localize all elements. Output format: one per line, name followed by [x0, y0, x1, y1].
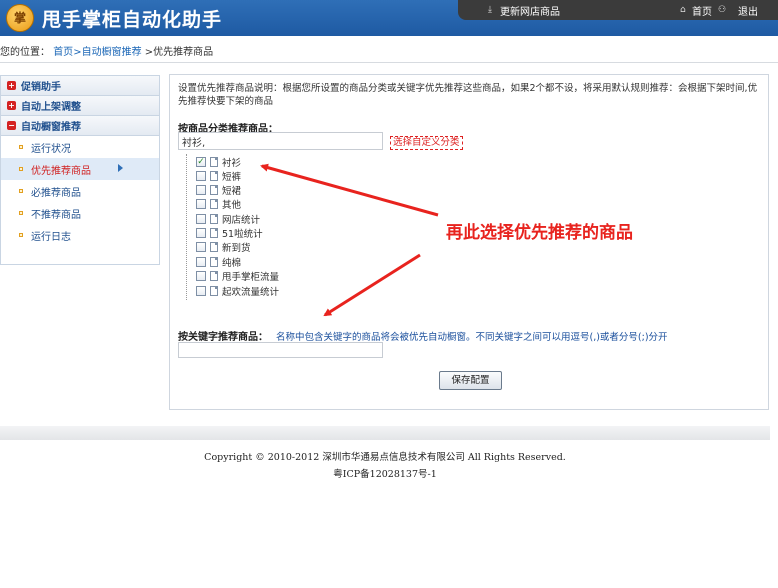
- category-item[interactable]: 其他: [196, 197, 241, 211]
- category-item[interactable]: 网店统计: [196, 212, 260, 226]
- top-toolbar: ⤓ 更新网店商品 ⌂ 首页 ⚇ 退出: [458, 0, 778, 20]
- sidebar-item-no-recommend[interactable]: 不推荐商品: [1, 202, 159, 224]
- bullet-icon: [19, 145, 23, 149]
- custom-category-link[interactable]: 选择自定义分类: [390, 136, 463, 150]
- sidebar-group-label: 促销助手: [21, 82, 61, 93]
- category-label: 新到货: [222, 243, 251, 254]
- category-item[interactable]: 纯棉: [196, 255, 241, 269]
- sidebar-item-log[interactable]: 运行日志: [1, 224, 159, 246]
- logout-link[interactable]: ⚇ 退出: [718, 3, 758, 19]
- category-item[interactable]: 51啦统计: [196, 226, 263, 240]
- breadcrumb: 您的位置： 首页>自动橱窗推荐 >优先推荐商品: [0, 43, 213, 58]
- breadcrumb-current: >优先推荐商品: [141, 47, 214, 58]
- app-logo: 掌: [6, 4, 34, 32]
- category-item[interactable]: ✓ 衬衫: [196, 155, 241, 169]
- sidebar-item-label: 不推荐商品: [31, 209, 81, 221]
- app-title: 甩手掌柜自动化助手: [42, 9, 223, 31]
- document-icon: [210, 171, 218, 181]
- category-item[interactable]: 甩手掌柜流量: [196, 269, 279, 283]
- update-products-label: 更新网店商品: [500, 7, 560, 18]
- home-label: 首页: [692, 7, 712, 18]
- category-label: 纯棉: [222, 258, 242, 269]
- breadcrumb-window-link[interactable]: >自动橱窗推荐: [73, 47, 141, 58]
- home-link[interactable]: ⌂ 首页: [680, 3, 712, 19]
- document-icon: [210, 185, 218, 195]
- header-bar: 掌 甩手掌柜自动化助手 ⤓ 更新网店商品 ⌂ 首页 ⚇ 退出: [0, 0, 778, 36]
- checkbox-checked-icon[interactable]: ✓: [196, 157, 206, 167]
- sidebar-item-status[interactable]: 运行状况: [1, 136, 159, 158]
- checkbox-icon[interactable]: [196, 242, 206, 252]
- checkbox-icon[interactable]: [196, 257, 206, 267]
- breadcrumb-prefix: 您的位置：: [0, 47, 50, 58]
- update-products-link[interactable]: ⤓ 更新网店商品: [488, 3, 560, 19]
- collapse-icon: −: [7, 121, 16, 130]
- footer-bar: [0, 426, 770, 440]
- active-arrow-icon: [118, 164, 123, 172]
- sidebar: + 促销助手 + 自动上架调整 − 自动橱窗推荐 运行状况 优先推荐商品 必推荐…: [0, 75, 160, 265]
- document-icon: [210, 199, 218, 209]
- sidebar-item-label: 运行日志: [31, 231, 71, 243]
- bullet-icon: [19, 189, 23, 193]
- document-icon: [210, 242, 218, 252]
- checkbox-icon[interactable]: [196, 199, 206, 209]
- category-label: 甩手掌柜流量: [222, 272, 280, 283]
- category-item[interactable]: 新到货: [196, 240, 251, 254]
- expand-icon: +: [7, 101, 16, 110]
- sidebar-group-auto-listing[interactable]: + 自动上架调整: [1, 96, 159, 116]
- document-icon: [210, 228, 218, 238]
- document-icon: [210, 157, 218, 167]
- document-icon: [210, 286, 218, 296]
- category-label: 起欢流量统计: [222, 287, 280, 298]
- home-icon: ⌂: [680, 5, 686, 15]
- copyright-text: Copyright © 2010-2012 深圳市华通易点信息技术有限公司 Al…: [204, 452, 566, 463]
- sidebar-item-priority[interactable]: 优先推荐商品: [1, 158, 159, 180]
- checkbox-icon[interactable]: [196, 271, 206, 281]
- keyword-section: 按关键字推荐商品： 名称中包含关键字的商品将会被优先自动橱窗。不同关键字之间可以用…: [178, 328, 668, 343]
- category-label: 衬衫: [222, 158, 242, 169]
- sidebar-item-label: 运行状况: [31, 143, 71, 155]
- bullet-icon: [19, 233, 23, 237]
- keyword-input[interactable]: [178, 342, 383, 358]
- category-label: 短裤: [222, 172, 242, 183]
- category-label: 其他: [222, 200, 242, 211]
- document-icon: [210, 214, 218, 224]
- category-input[interactable]: [178, 132, 383, 150]
- download-icon: ⤓: [488, 5, 492, 15]
- sidebar-group-auto-window[interactable]: − 自动橱窗推荐: [1, 116, 159, 136]
- category-tree: ✓ 衬衫 短裤 短裙 其他 网店统计 51啦统计 新到货 纯棉 甩手掌柜流量 起…: [186, 154, 326, 300]
- sidebar-group-label: 自动橱窗推荐: [21, 122, 81, 133]
- breadcrumb-home-link[interactable]: 首页: [53, 47, 73, 58]
- category-item[interactable]: 短裤: [196, 169, 241, 183]
- document-icon: [210, 257, 218, 267]
- category-item[interactable]: 短裙: [196, 183, 241, 197]
- bullet-icon: [19, 167, 23, 171]
- checkbox-icon[interactable]: [196, 185, 206, 195]
- checkbox-icon[interactable]: [196, 171, 206, 181]
- sidebar-item-must-recommend[interactable]: 必推荐商品: [1, 180, 159, 202]
- checkbox-icon[interactable]: [196, 228, 206, 238]
- category-label: 网店统计: [222, 215, 261, 226]
- category-item[interactable]: 起欢流量统计: [196, 284, 279, 298]
- settings-description: 设置优先推荐商品说明：根据您所设置的商品分类或关键字优先推荐这些商品，如果2个都…: [178, 83, 758, 107]
- logout-label: 退出: [738, 7, 758, 18]
- icp-number: 粤ICP备12028137号-1: [333, 469, 437, 480]
- category-label: 短裙: [222, 186, 242, 197]
- sidebar-item-label: 必推荐商品: [31, 187, 81, 199]
- document-icon: [210, 271, 218, 281]
- annotation-text: 再此选择优先推荐的商品: [446, 223, 633, 243]
- sidebar-item-label: 优先推荐商品: [31, 165, 91, 177]
- logout-icon: ⚇: [718, 5, 727, 15]
- checkbox-icon[interactable]: [196, 214, 206, 224]
- checkbox-icon[interactable]: [196, 286, 206, 296]
- save-config-button[interactable]: 保存配置: [439, 371, 502, 390]
- expand-icon: +: [7, 81, 16, 90]
- bullet-icon: [19, 211, 23, 215]
- category-label: 51啦统计: [222, 229, 263, 240]
- sidebar-group-promotion[interactable]: + 促销助手: [1, 76, 159, 96]
- header-divider: [0, 62, 778, 63]
- sidebar-group-label: 自动上架调整: [21, 102, 81, 113]
